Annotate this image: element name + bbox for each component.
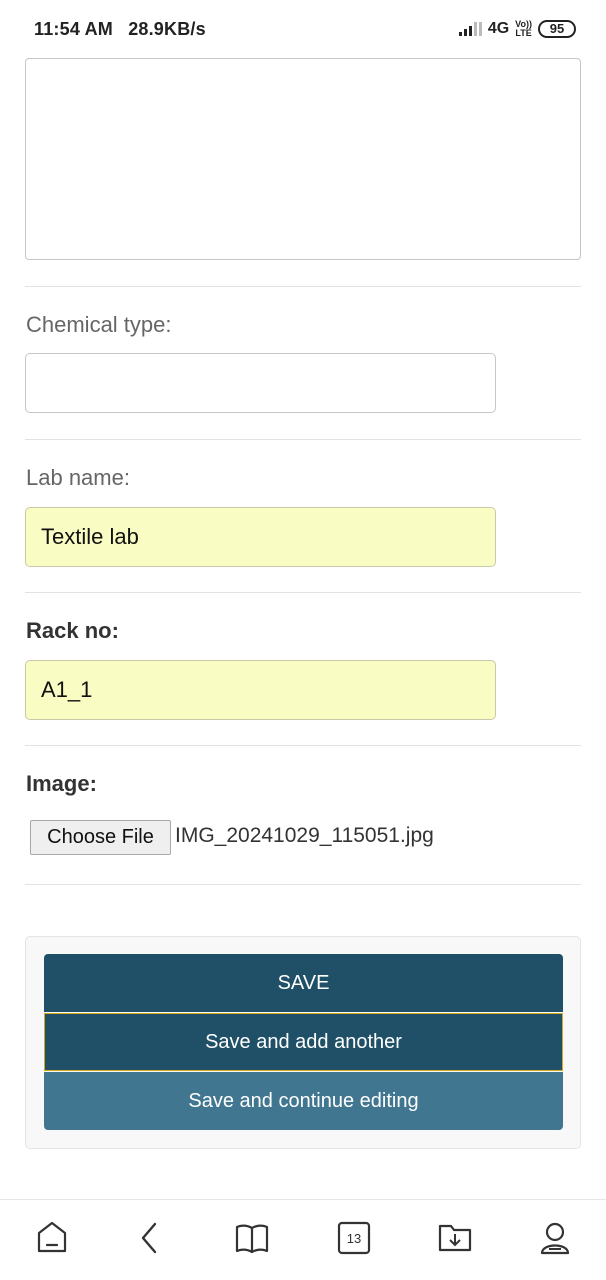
divider: [25, 439, 581, 440]
volte-bottom: LTE: [515, 28, 532, 38]
selected-file-name: IMG_20241029_115051.jpg: [175, 824, 434, 847]
tabs-count: 13: [347, 1231, 361, 1246]
divider: [25, 592, 581, 593]
rack-no-label: Rack no:: [26, 618, 119, 643]
bottom-nav: 13: [0, 1199, 606, 1280]
status-bar: 11:54 AM 28.9KB/s 4G Vo)) LTE 95: [0, 0, 606, 58]
save-and-add-another-button[interactable]: Save and add another: [44, 1013, 563, 1071]
chemical-type-label: Chemical type:: [26, 312, 172, 337]
status-speed: 28.9KB/s: [128, 19, 206, 39]
network-type: 4G: [487, 20, 510, 37]
tabs-icon[interactable]: 13: [334, 1218, 374, 1258]
save-and-continue-editing-button[interactable]: Save and continue editing: [44, 1072, 563, 1130]
signal-icon: [458, 22, 482, 36]
status-time: 11:54 AM: [34, 19, 113, 39]
status-left: 11:54 AM 28.9KB/s: [34, 19, 206, 40]
divider: [25, 286, 581, 287]
choose-file-button[interactable]: Choose File: [30, 820, 171, 855]
lab-name-label: Lab name:: [26, 465, 130, 490]
submit-row: SAVE Save and add another Save and conti…: [25, 936, 581, 1149]
divider: [25, 884, 581, 885]
image-label: Image:: [26, 771, 97, 796]
downloads-icon[interactable]: [435, 1218, 475, 1258]
chemical-type-input[interactable]: [25, 353, 496, 413]
volte-icon: Vo)) LTE: [515, 20, 532, 38]
bookmarks-icon[interactable]: [232, 1218, 272, 1258]
profile-icon[interactable]: [535, 1218, 575, 1258]
home-icon[interactable]: [32, 1218, 72, 1258]
status-right: 4G Vo)) LTE 95: [458, 18, 576, 40]
divider: [25, 745, 581, 746]
back-icon[interactable]: [130, 1218, 170, 1258]
lab-name-input[interactable]: Textile lab: [25, 507, 496, 567]
battery-indicator: 95: [538, 20, 576, 38]
save-button[interactable]: SAVE: [44, 954, 563, 1012]
rack-no-input[interactable]: A1_1: [25, 660, 496, 720]
description-textarea[interactable]: [25, 58, 581, 260]
